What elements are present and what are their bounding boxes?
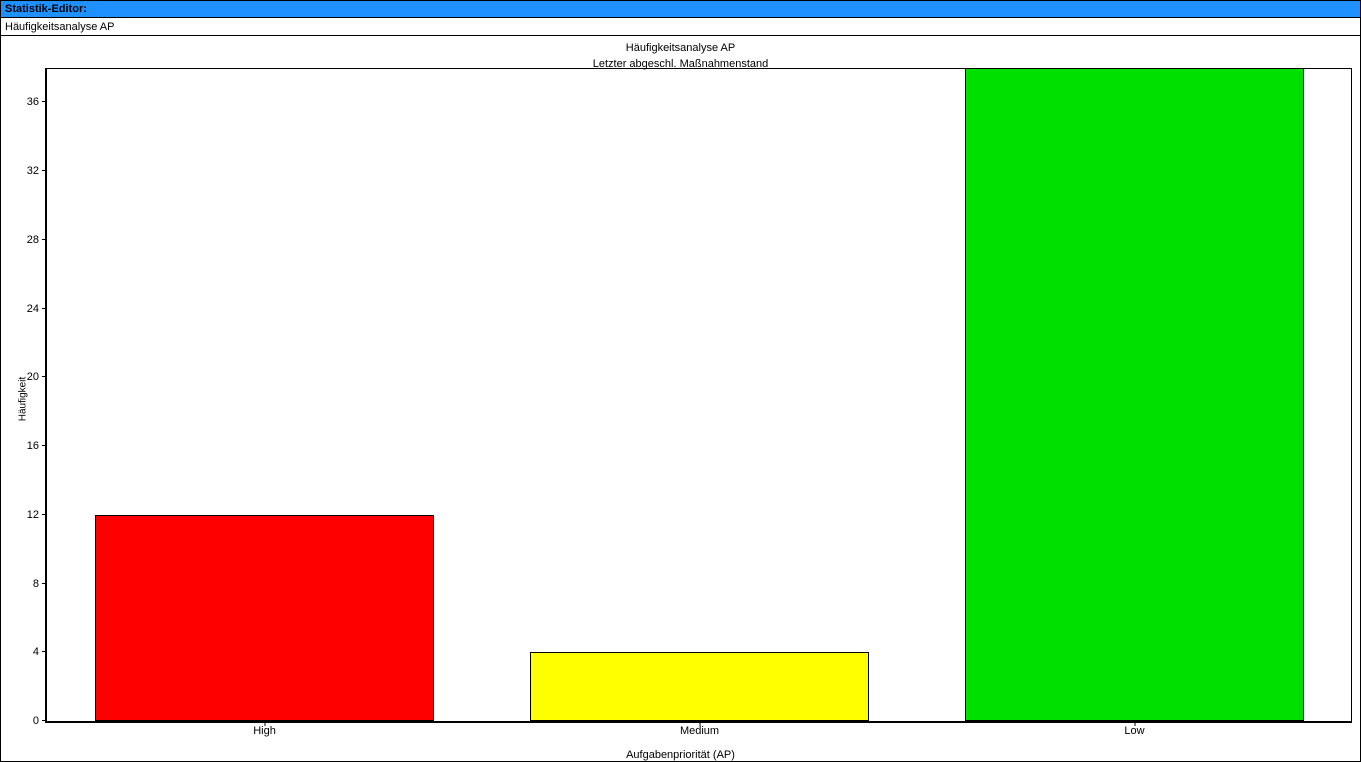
y-tick-label: 16 [0, 440, 47, 452]
y-tick-label: 36 [0, 96, 47, 108]
y-tick-label: 28 [0, 234, 47, 246]
window-title: Statistik-Editor: [5, 3, 87, 15]
y-tick-label: 24 [0, 303, 47, 315]
y-tick-label: 20 [0, 371, 47, 383]
y-tick-mark [42, 583, 47, 584]
y-tick-mark [42, 514, 47, 515]
y-tick-mark [42, 651, 47, 652]
x-tick-mark [699, 721, 700, 726]
bar-high [95, 515, 434, 721]
bar-medium [530, 652, 869, 721]
window-title-bar[interactable]: Statistik-Editor: [0, 0, 1361, 18]
breadcrumb-text: Häufigkeitsanalyse AP [5, 21, 114, 33]
chart-title: Häufigkeitsanalyse AP [1, 42, 1360, 54]
x-tick-mark [1134, 721, 1135, 726]
y-tick-label: 8 [0, 578, 47, 590]
y-tick-mark [42, 101, 47, 102]
bar-low [965, 68, 1304, 721]
plot-region: 04812162024283236HighMediumLow [45, 68, 1352, 723]
y-tick-mark [42, 308, 47, 309]
y-tick-label: 12 [0, 509, 47, 521]
x-tick-mark [264, 721, 265, 726]
y-tick-mark [42, 170, 47, 171]
y-tick-label: 32 [0, 165, 47, 177]
chart-area: Häufigkeitsanalyse AP Letzter abgeschl. … [0, 36, 1361, 762]
y-tick-label: 4 [0, 646, 47, 658]
y-tick-mark [42, 376, 47, 377]
breadcrumb-bar: Häufigkeitsanalyse AP [0, 18, 1361, 36]
y-tick-mark [42, 239, 47, 240]
y-tick-mark [42, 445, 47, 446]
y-tick-mark [42, 720, 47, 721]
x-axis-label: Aufgabenpriorität (AP) [1, 749, 1360, 761]
y-tick-label: 0 [0, 715, 47, 727]
